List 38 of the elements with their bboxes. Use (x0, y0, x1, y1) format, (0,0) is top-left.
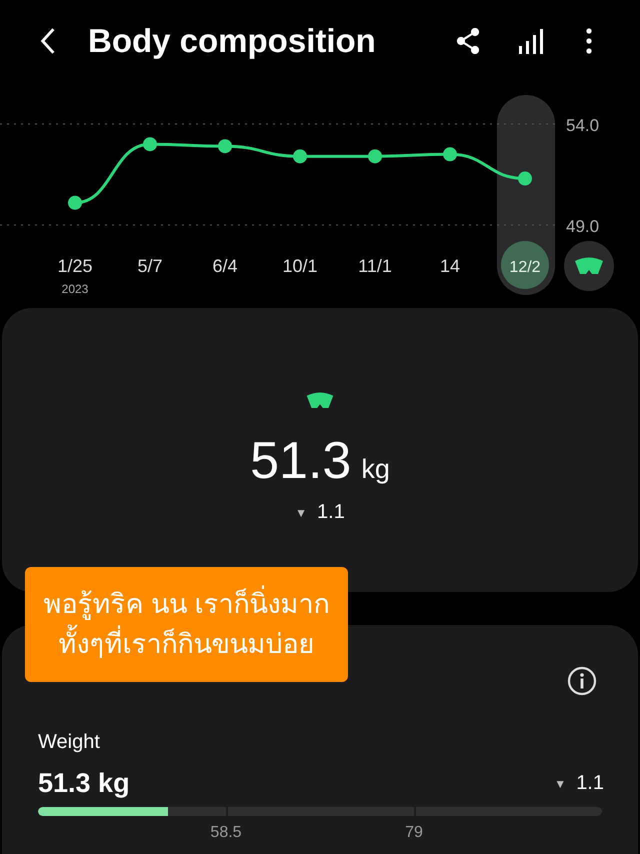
date-label: 11/1 (358, 256, 392, 276)
date-label: 5/7 (137, 256, 163, 276)
date-label: 12/2 (509, 259, 541, 276)
caption-text: ทั้งๆที่เราก็กินขนมบ่อย (58, 624, 314, 664)
weight-unit: kg (361, 454, 390, 485)
change-value: 1.1 (576, 772, 604, 795)
change-value: 1.1 (317, 501, 345, 524)
page-title: Body composition (88, 22, 377, 60)
weight-label: Weight (38, 731, 101, 754)
down-arrow-icon: ▼ (295, 506, 308, 520)
data-point (143, 137, 157, 152)
date-label: 6/4 (212, 256, 238, 276)
scale-icon (305, 392, 335, 409)
data-point (518, 172, 532, 186)
selected-date-circle[interactable] (501, 241, 549, 289)
range-label: 79 (405, 824, 423, 842)
date-label: 1/25 (57, 256, 93, 276)
year-label: 2023 (62, 282, 88, 296)
caption-text: พอรู้ทริค นน เราก็นิ่งมาก (43, 585, 330, 624)
data-point (68, 196, 82, 210)
info-icon[interactable] (567, 666, 597, 696)
range-label: 58.5 (210, 824, 242, 842)
data-point (218, 139, 232, 154)
scale-icon (575, 258, 603, 274)
down-arrow-icon: ▼ (554, 776, 566, 790)
data-point (293, 149, 307, 164)
data-point (443, 147, 457, 162)
more-icon[interactable] (586, 28, 592, 54)
weight-value: 51.3 (250, 431, 352, 491)
weight-value: 51.3 kg (38, 768, 130, 799)
bar-chart-icon[interactable] (518, 28, 544, 54)
back-icon[interactable] (40, 27, 56, 55)
share-icon[interactable] (456, 28, 480, 54)
date-label: 14 (440, 256, 460, 276)
date-label: 10/1 (282, 256, 318, 276)
axis-label: 49.0 (566, 217, 600, 236)
axis-label: 54.0 (566, 116, 600, 135)
data-point (368, 149, 382, 164)
